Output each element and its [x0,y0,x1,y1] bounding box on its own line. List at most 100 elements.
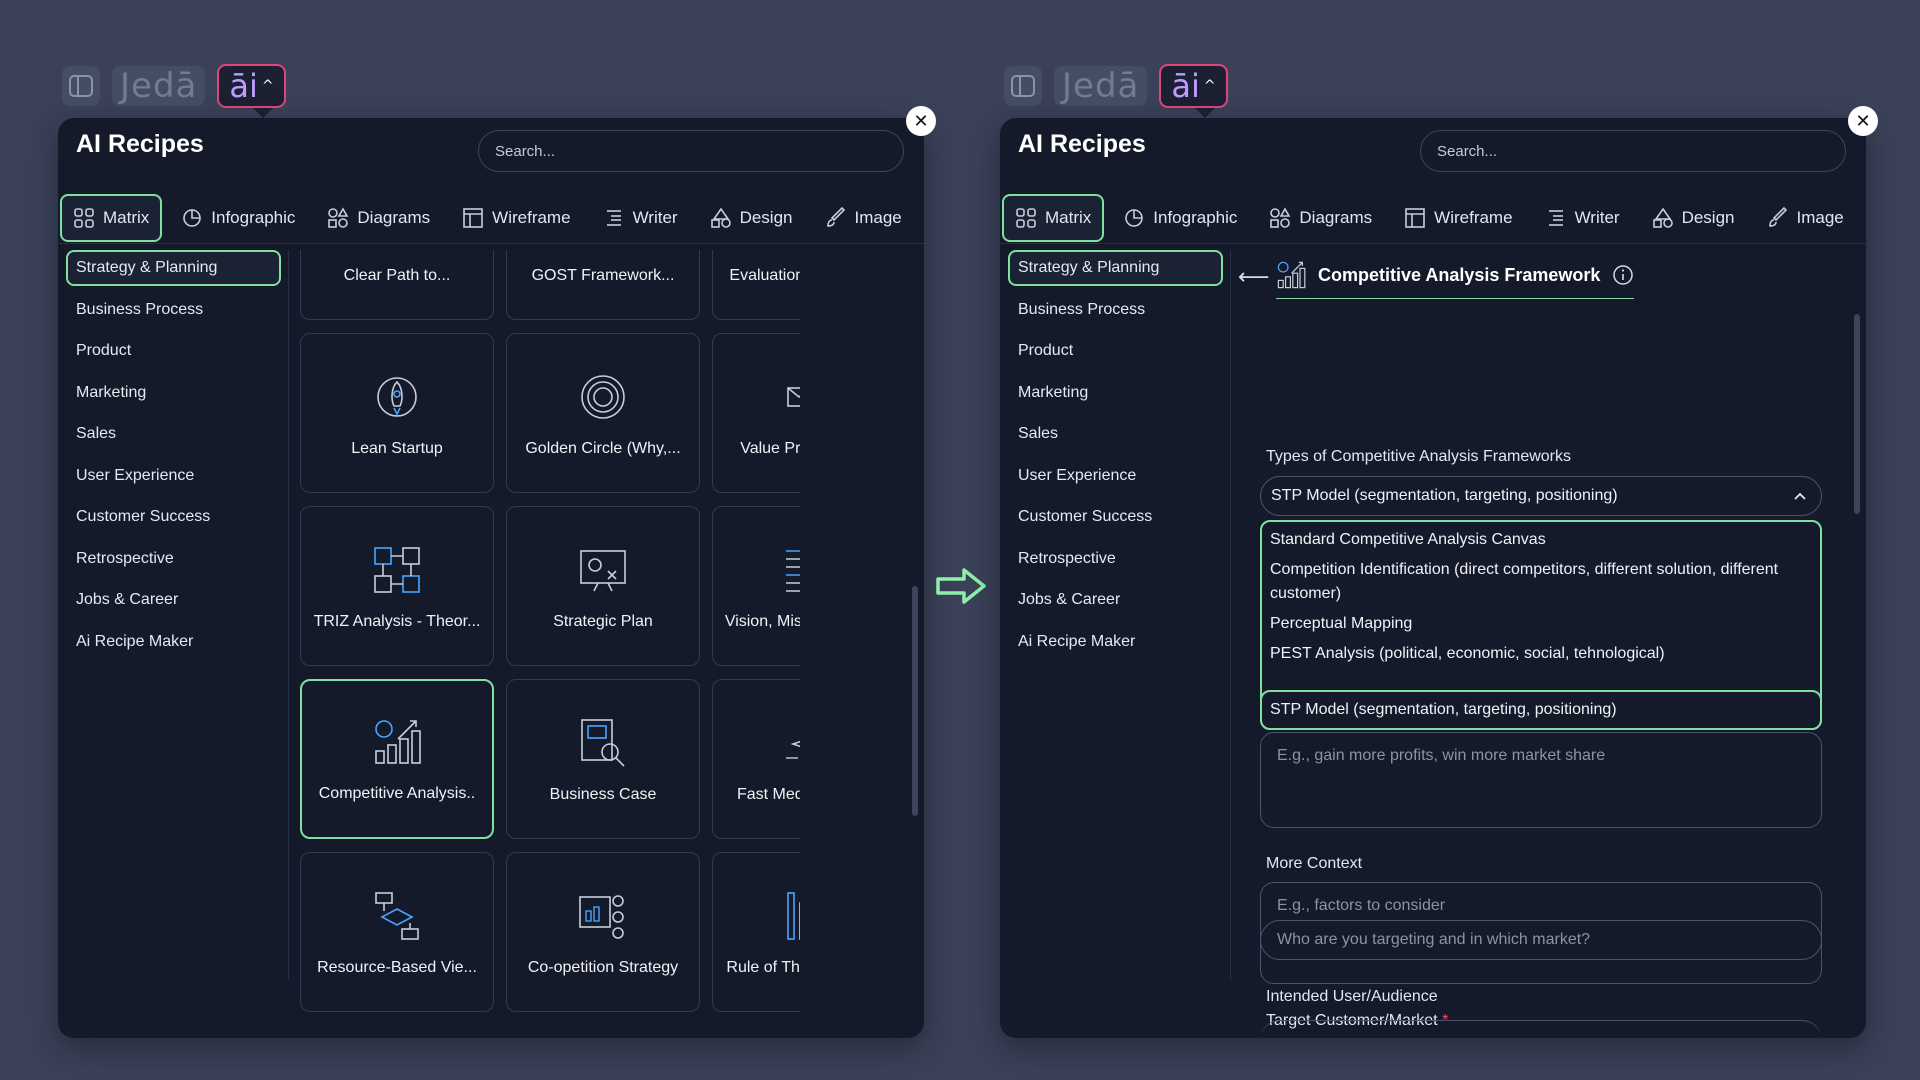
recipe-card-label: TRIZ Analysis - Theor... [313,613,481,630]
tab-label: Wireframe [1434,207,1513,227]
sidebar-item-business-process[interactable]: Business Process [1008,292,1223,328]
sidebar-item-sales[interactable]: Sales [1008,416,1223,452]
sidebar-item-user-experience[interactable]: User Experience [66,458,281,494]
sidebar-item-product[interactable]: Product [66,333,281,369]
sidebar-item-retrospective[interactable]: Retrospective [1008,541,1223,577]
framework-type-select[interactable]: STP Model (segmentation, targeting, posi… [1260,476,1822,516]
chevron-up-icon: ^ [1203,78,1216,94]
tab-image[interactable]: Image [1754,194,1857,242]
recipe-card[interactable]: Fast Medium Slow... [712,679,800,839]
sidebar-item-business-process[interactable]: Business Process [66,292,281,328]
recipe-card-label: Golden Circle (Why,... [525,440,681,457]
recipe-card-label: Competitive Analysis.. [318,785,476,802]
target-market-input[interactable] [1260,920,1822,960]
sidebar-item-marketing[interactable]: Marketing [1008,375,1223,411]
shapes-icon [328,206,349,228]
recipe-card-label: Vision, Mission, Value... [724,613,800,630]
tab-infographic[interactable]: Infographic [168,194,308,242]
recipe-card-selected[interactable]: Competitive Analysis.. [300,679,494,839]
sidebar-item-sales[interactable]: Sales [66,416,281,452]
ai-button[interactable]: āi ^ [1159,64,1228,118]
tab-wireframe[interactable]: Wireframe [449,194,583,242]
sidebar-item-ai-recipe-maker[interactable]: Ai Recipe Maker [1008,624,1223,660]
sidebar-item-strategy-planning[interactable]: Strategy & Planning [66,250,281,286]
tab-design[interactable]: Design [697,194,806,242]
report-magnifier-icon [581,719,625,767]
sidebar-item-customer-success[interactable]: Customer Success [66,499,281,535]
recipe-card[interactable]: Resource-Based Vie... [300,852,494,1012]
sidebar-item-jobs-career[interactable]: Jobs & Career [1008,582,1223,618]
search-input[interactable] [478,130,904,172]
tab-wireframe[interactable]: Wireframe [1391,194,1525,242]
tab-matrix[interactable]: Matrix [60,193,163,242]
tab-writer[interactable]: Writer [1532,194,1633,242]
dropdown-option[interactable]: PEST Analysis (political, economic, soci… [1262,642,1820,666]
recipe-card-label: Business Case [549,786,657,803]
sidebar-item-retrospective[interactable]: Retrospective [66,541,281,577]
tab-label: Image [1796,207,1844,227]
recipe-card[interactable]: Rule of Three and Four [712,852,800,1012]
bar-growth-icon [1277,261,1306,289]
chevron-up-icon: ^ [261,78,274,94]
recipe-card[interactable]: Golden Circle (Why,... [506,333,700,493]
sidebar-item-user-experience[interactable]: User Experience [1008,458,1223,494]
tab-diagrams[interactable]: Diagrams [314,194,443,242]
bars-icon [787,892,800,940]
grid-scrollbar[interactable] [912,586,918,816]
back-arrow-icon[interactable]: ⟵ [1238,264,1270,290]
dropdown-option-selected[interactable]: STP Model (segmentation, targeting, posi… [1260,690,1822,730]
tab-image[interactable]: Image [812,194,915,242]
tab-infographic[interactable]: Infographic [1110,194,1250,242]
grid-icon [1016,207,1036,228]
tab-diagrams[interactable]: Diagrams [1256,194,1385,242]
audience-input-edge[interactable] [1260,1020,1822,1038]
sidebar-item-ai-recipe-maker[interactable]: Ai Recipe Maker [66,624,281,660]
ai-button[interactable]: āi ^ [217,64,286,118]
category-tabs: Matrix Infographic Diagrams Wireframe Wr… [1000,192,1866,244]
recipe-card[interactable]: Co-opetition Strategy [506,852,700,1012]
tab-design[interactable]: Design [1639,194,1748,242]
recipe-card[interactable]: Clear Path to... [300,250,494,320]
tab-writer[interactable]: Writer [590,194,691,242]
framework-type-options: Standard Competitive Analysis Canvas Com… [1260,520,1822,730]
shapes-icon [1270,206,1291,228]
recipe-card-label: Co-opetition Strategy [527,959,679,976]
recipe-card-label: Value Proposition... [740,440,800,457]
wireframe-icon [463,207,483,228]
brush-icon [826,206,845,227]
sidebar-item-product[interactable]: Product [1008,333,1223,369]
chart-people-icon [579,895,624,939]
close-icon[interactable]: ✕ [1848,106,1878,136]
sidebar-item-jobs-career[interactable]: Jobs & Career [66,582,281,618]
sidebar-toggle-icon[interactable] [62,66,100,106]
recipe-card-label: Fast Medium Slow... [736,786,800,803]
detail-scrollbar[interactable] [1854,314,1860,514]
dropdown-option[interactable]: Perceptual Mapping [1262,612,1820,636]
tab-label: Design [1681,207,1735,227]
sidebar-item-marketing[interactable]: Marketing [66,375,281,411]
dropdown-option[interactable]: Competition Identification (direct compe… [1262,558,1820,606]
sidebar-toggle-icon[interactable] [1004,66,1042,106]
tab-matrix[interactable]: Matrix [1002,193,1105,242]
dropdown-option[interactable]: Standard Competitive Analysis Canvas [1262,528,1820,552]
recipe-card[interactable]: Business Case [506,679,700,839]
goal-textarea[interactable] [1260,732,1822,828]
recipe-card-label: GOST Framework... [531,267,675,284]
recipe-card-label: Clear Path to... [343,267,451,284]
recipe-card[interactable]: Evaluation Framework [712,250,800,320]
tab-label: Writer [632,207,678,227]
recipe-card[interactable]: Value Proposition... [712,333,800,493]
close-icon[interactable]: ✕ [906,106,936,136]
sidebar-item-strategy-planning[interactable]: Strategy & Planning [1008,250,1223,286]
recipe-card[interactable]: GOST Framework... [506,250,700,320]
info-icon[interactable] [1612,264,1634,286]
recipe-card[interactable]: Vision, Mission, Value... [712,506,800,666]
recipe-card[interactable]: Strategic Plan [506,506,700,666]
ai-recipes-panel-right: AI Recipes Matrix Infographic Diagrams W… [1000,118,1866,1038]
recipe-card[interactable]: TRIZ Analysis - Theor... [300,506,494,666]
search-input[interactable] [1420,130,1846,172]
tab-label: Infographic [1153,207,1238,227]
category-sidebar: Strategy & Planning Business Process Pro… [1008,250,1223,665]
sidebar-item-customer-success[interactable]: Customer Success [1008,499,1223,535]
recipe-card[interactable]: Lean Startup [300,333,494,493]
